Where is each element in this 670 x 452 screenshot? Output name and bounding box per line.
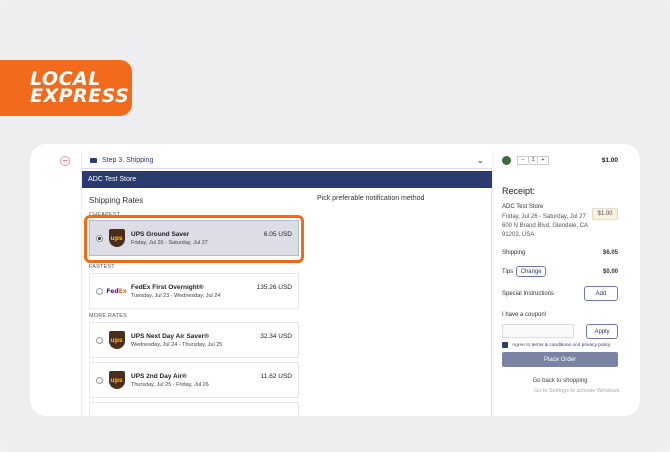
ups-logo-icon: ups: [108, 331, 125, 350]
tips-label: Tips: [502, 268, 514, 275]
shipping-label: Shipping: [502, 250, 526, 256]
agree-terms-row[interactable]: Agree to terms & conditions and privacy …: [502, 342, 610, 348]
rate-name: UPS 2nd Day Air®: [131, 372, 187, 380]
rate-price: 11.62 USD: [260, 373, 292, 380]
step-marker-icon: –: [60, 156, 70, 166]
receipt-dates: Friday, Jul 26 - Saturday, Jul 27: [502, 214, 586, 220]
checkout-card: – Step 3. Shipping ⌄ ADC Test Store Ship…: [30, 144, 640, 416]
product-thumbnail: [502, 155, 511, 165]
receipt-address-line1: 600 N Brand Blvd, Glendale, CA: [502, 223, 589, 229]
rate-option-ups-2nd-day-air[interactable]: ups UPS 2nd Day Air® Thursday, Jul 25 - …: [89, 362, 299, 398]
qty-minus-button[interactable]: −: [518, 157, 528, 163]
rate-radio[interactable]: [96, 336, 103, 344]
section-label-fastest: FASTEST: [89, 264, 115, 270]
windows-activation-watermark: Go to Settings to activate Windows.: [534, 388, 621, 394]
receipt-store: ADC Test Store: [502, 204, 544, 210]
quantity-stepper[interactable]: − 1 +: [517, 155, 549, 165]
rate-name: UPS Next Day Air Saver®: [131, 332, 209, 340]
receipt-tips-row: Tips Change $0.00: [502, 266, 618, 277]
ups-logo-icon: ups: [108, 371, 125, 390]
shipping-value: $6.05: [602, 250, 618, 256]
rate-option-ups-next-day-air-saver[interactable]: ups UPS Next Day Air Saver® Wednesday, J…: [89, 322, 299, 358]
rate-name: FedEx First Overnight®: [131, 283, 204, 291]
checkout-main: – Step 3. Shipping ⌄ ADC Test Store Ship…: [46, 152, 492, 416]
rate-radio[interactable]: [96, 376, 103, 384]
checkout-screen: – Step 3. Shipping ⌄ ADC Test Store Ship…: [46, 152, 626, 416]
tips-change-button[interactable]: Change: [516, 266, 547, 277]
qty-plus-button[interactable]: +: [538, 157, 548, 163]
terms-link[interactable]: terms & conditions: [531, 343, 570, 348]
cart-item-price: $1.00: [601, 156, 618, 164]
coupon-label: I have a coupon!: [502, 312, 547, 318]
coupon-input[interactable]: [502, 324, 574, 338]
screenshot-frame: LOCAL EXPRESS – Step 3. Shipping ⌄ ADC T…: [0, 0, 670, 452]
place-order-button[interactable]: Place Order: [502, 352, 618, 367]
receipt-address-line2: 91203, USA: [502, 232, 535, 238]
step-gutter: –: [46, 152, 82, 416]
rate-radio[interactable]: [96, 287, 103, 295]
rate-dates: Wednesday, Jul 24 - Thursday, Jul 25: [131, 341, 223, 348]
logo-line-2: EXPRESS: [30, 85, 130, 107]
privacy-link[interactable]: privacy policy: [582, 343, 611, 348]
receipt-title: Receipt:: [502, 186, 536, 196]
fedex-logo-icon: Fed Ex: [106, 287, 127, 295]
agree-and: and: [572, 342, 581, 348]
rate-price: 135.26 USD: [256, 284, 292, 291]
special-instructions-add-button[interactable]: Add: [584, 286, 618, 301]
receipt-amount-badge: $1.00: [592, 208, 618, 220]
step-header[interactable]: Step 3. Shipping ⌄: [82, 152, 492, 169]
rate-option-fedex-first-overnight[interactable]: Fed Ex FedEx First Overnight® Tuesday, Ju…: [89, 273, 299, 309]
special-instructions-label: Special Instructions: [502, 290, 555, 297]
go-back-to-shopping-link[interactable]: Go back to shopping: [502, 378, 618, 384]
coupon-apply-button[interactable]: Apply: [586, 324, 618, 339]
store-bar: ADC Test Store: [82, 171, 492, 188]
agree-prefix: Agree to: [512, 342, 531, 348]
step-label: Step 3. Shipping: [102, 156, 154, 164]
cart-item-row: − 1 + $1.00: [502, 154, 618, 166]
rate-price: 32.34 USD: [260, 333, 292, 340]
local-express-logo: LOCAL EXPRESS: [0, 60, 132, 116]
rate-dates: Thursday, Jul 25 - Friday, Jul 26: [131, 381, 209, 388]
tips-value: $0.00: [602, 268, 618, 275]
truck-icon: [90, 157, 97, 163]
rate-option-partial[interactable]: [89, 402, 299, 416]
receipt-sidebar: − 1 + $1.00 Receipt: ADC Test Store Frid…: [494, 152, 626, 416]
qty-value[interactable]: 1: [528, 157, 538, 163]
agree-checkbox[interactable]: [502, 342, 508, 348]
chevron-down-icon[interactable]: ⌄: [476, 155, 484, 166]
section-label-more-rates: MORE RATES: [89, 313, 127, 319]
shipping-rates-title: Shipping Rates: [89, 196, 144, 205]
notification-method-title: Pick preferable notification method: [317, 195, 425, 202]
store-bar-title: ADC Test Store: [88, 176, 137, 183]
receipt-shipping-row: Shipping $6.05: [502, 250, 618, 256]
rate-dates: Tuesday, Jul 23 - Wednesday, Jul 24: [131, 292, 221, 299]
special-instructions-row: Special Instructions Add: [502, 286, 618, 301]
selection-highlight: [84, 215, 304, 263]
